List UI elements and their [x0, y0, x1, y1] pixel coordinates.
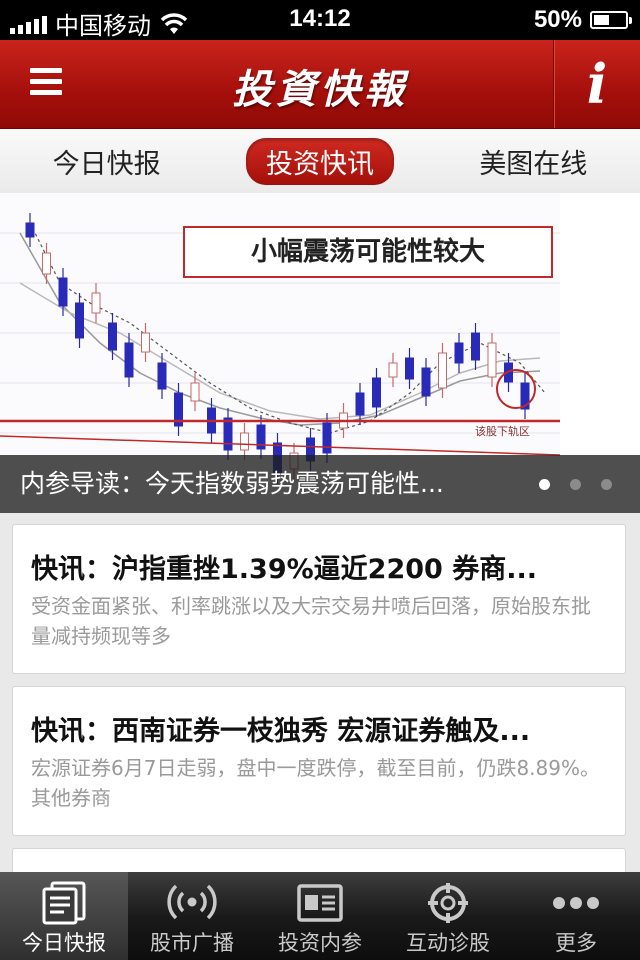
news-title: 快讯：沪指重挫1.39%逼近2200 券商...: [31, 554, 537, 585]
category-tabs: 今日快报 投资快讯 美图在线: [0, 129, 640, 195]
more-dots-icon: [553, 897, 599, 909]
page-dot-3[interactable]: [601, 478, 612, 490]
tab-gallery-online[interactable]: 美图在线: [459, 138, 607, 185]
candle-body: [91, 292, 101, 314]
battery-icon: [590, 11, 632, 29]
tabbar-interactive-diagnosis[interactable]: 互动诊股: [384, 872, 512, 960]
info-icon: i: [586, 52, 608, 116]
page-indicator[interactable]: [539, 455, 612, 513]
candle-body: [355, 392, 365, 416]
tabbar-investment-report[interactable]: 投资内参: [256, 872, 384, 960]
news-title: 快讯：西南证券一枝独秀 宏源证券触及...: [31, 716, 531, 747]
navigation-bar: 投資快報 i: [0, 40, 640, 129]
candle-body: [108, 322, 117, 351]
tabbar-label: 股市广播: [150, 931, 234, 955]
info-button[interactable]: i: [553, 40, 640, 128]
app-title: 投資快報: [232, 66, 408, 113]
news-card[interactable]: 快讯：西南证券一枝独秀 宏源证券触及... 宏源证券6月7日走弱，盘中一度跌停，…: [12, 686, 626, 836]
candle-body: [487, 342, 497, 378]
tabbar-label: 投资内参: [278, 931, 362, 955]
candle-body: [454, 342, 464, 364]
candle-body: [42, 252, 51, 275]
featured-banner[interactable]: 小幅震荡可能性较大 该股下轨区 内参导读：今天指数弱势震荡可能性...: [0, 193, 640, 513]
tab-today-news[interactable]: 今日快报: [33, 138, 181, 185]
tabbar-label: 今日快报: [22, 931, 106, 955]
status-bar: 中国移动 14:12 50%: [0, 0, 640, 40]
news-doc-icon: [42, 881, 86, 925]
bottom-tab-bar: 今日快报 股市广播 投资内参 互动诊股 更多: [0, 872, 640, 960]
crosshair-icon: [428, 883, 468, 923]
candle-body: [388, 362, 398, 378]
broadcast-icon: [167, 884, 217, 920]
tabbar-stock-broadcast[interactable]: 股市广播: [128, 872, 256, 960]
chart-annotation-text: 小幅震荡可能性较大: [251, 236, 485, 267]
candle-body: [322, 422, 332, 454]
page-dot-2[interactable]: [570, 478, 581, 490]
candle-body: [223, 417, 233, 451]
banner-caption-text: 内参导读：今天指数弱势震荡可能性...: [20, 469, 444, 498]
candle-body: [405, 357, 414, 380]
candle-body: [75, 302, 84, 339]
page-dot-1[interactable]: [539, 478, 550, 490]
news-summary: 受资金面紧张、利率跳涨以及大宗交易井喷后回落，原始股东批量减持频现等多: [31, 594, 591, 648]
candle-body: [421, 367, 431, 397]
candle-body: [157, 362, 167, 390]
tabbar-label: 更多: [555, 931, 597, 955]
tabbar-today-news[interactable]: 今日快报: [0, 872, 128, 960]
news-summary: 宏源证券6月7日走弱，盘中一度跌停，截至目前，仍跌8.89%。其他券商: [31, 756, 600, 810]
chart-small-label: 该股下轨区: [475, 424, 530, 438]
news-card[interactable]: 快讯：沪指重挫1.39%逼近2200 券商... 受资金面紧张、利率跳涨以及大宗…: [12, 524, 626, 674]
tabbar-more[interactable]: 更多: [512, 872, 640, 960]
battery-percent: 50%: [533, 6, 582, 33]
candle-body: [58, 277, 68, 307]
candle-body: [124, 342, 134, 378]
candle-body: [190, 382, 200, 402]
candle-body: [471, 332, 480, 361]
candle-body: [438, 352, 447, 389]
candle-body: [372, 377, 381, 408]
candle-body: [240, 432, 249, 451]
banner-caption: 内参导读：今天指数弱势震荡可能性...: [0, 455, 640, 513]
tabbar-label: 互动诊股: [406, 931, 490, 955]
candle-body: [141, 332, 150, 353]
candle-body: [25, 222, 35, 238]
tab-investment-flash[interactable]: 投资快讯: [245, 137, 394, 185]
report-icon: [297, 884, 343, 922]
